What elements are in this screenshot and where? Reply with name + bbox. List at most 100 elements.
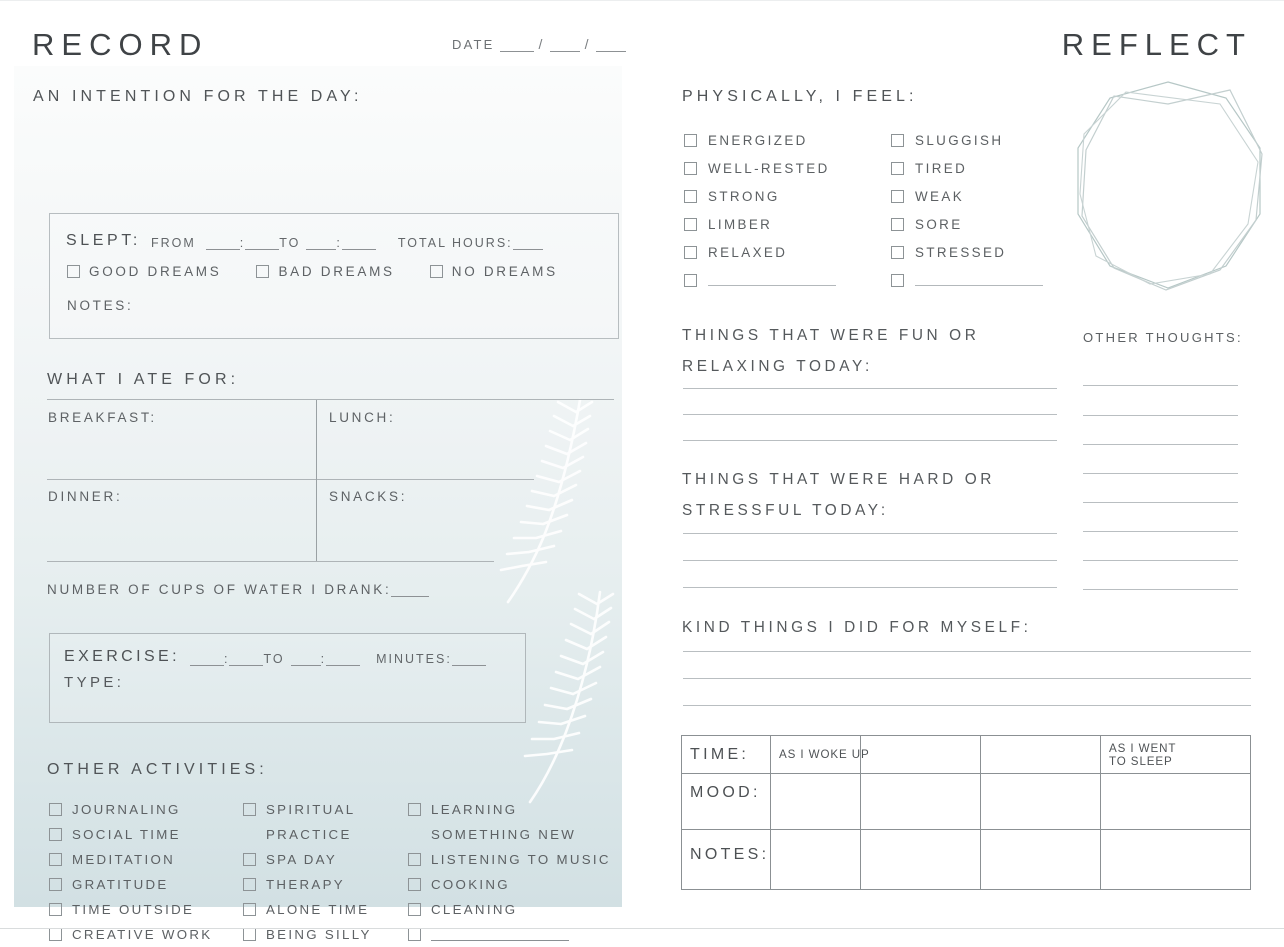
- activities-column-3: LEARNING SOMETHING NEW LISTENING TO MUSI…: [408, 797, 624, 947]
- checkbox-icon: [49, 803, 62, 816]
- activity-label: SOCIAL TIME: [72, 827, 181, 842]
- thoughts-write-line-6[interactable]: [1083, 531, 1238, 532]
- sleep-time-row: SLEPT: FROM : TO : TOTAL HOURS:: [66, 232, 543, 250]
- checkbox-cooking[interactable]: COOKING: [408, 872, 624, 897]
- checkbox-therapy[interactable]: THERAPY: [243, 872, 408, 897]
- checkbox-custom-feeling-right[interactable]: [891, 266, 1101, 294]
- checkbox-spiritual-practice[interactable]: SPIRITUAL: [243, 797, 408, 822]
- checkbox-journaling[interactable]: JOURNALING: [49, 797, 243, 822]
- checkbox-learning-something-new[interactable]: LEARNING: [408, 797, 624, 822]
- water-cups-field[interactable]: [391, 584, 430, 597]
- checkbox-gratitude[interactable]: GRATITUDE: [49, 872, 243, 897]
- checkbox-creative-work[interactable]: CREATIVE WORK: [49, 922, 243, 947]
- checkbox-alone-time[interactable]: ALONE TIME: [243, 897, 408, 922]
- checkbox-weak[interactable]: WEAK: [891, 182, 1101, 210]
- date-row: DATE / /: [452, 36, 626, 52]
- table-row-label-time: TIME:: [690, 746, 750, 763]
- feeling-label: WELL-RESTED: [708, 160, 830, 176]
- hard-write-line-2[interactable]: [683, 560, 1057, 561]
- checkbox-strong[interactable]: STRONG: [684, 182, 891, 210]
- checkbox-icon: [408, 803, 421, 816]
- date-label: DATE: [452, 37, 495, 52]
- sleep-to-min-field[interactable]: [341, 237, 376, 250]
- checkbox-sore[interactable]: SORE: [891, 210, 1101, 238]
- journal-page: AN INTENTION FOR THE DAY: SLEPT: FROM : …: [0, 0, 1284, 942]
- total-hours-label: TOTAL HOURS:: [397, 236, 513, 250]
- checkbox-limber[interactable]: LIMBER: [684, 210, 891, 238]
- table-row-label-notes: NOTES:: [690, 846, 770, 863]
- checkbox-tired[interactable]: TIRED: [891, 154, 1101, 182]
- activity-label: MEDITATION: [72, 852, 176, 867]
- fun-write-line-2[interactable]: [683, 414, 1057, 415]
- physical-column-negative: SLUGGISH TIRED WEAK SORE STRESSED: [891, 126, 1101, 294]
- date-year-field[interactable]: [595, 39, 626, 52]
- kind-write-line-1[interactable]: [683, 651, 1251, 652]
- checkbox-icon: [684, 189, 697, 203]
- fun-write-line-3[interactable]: [683, 440, 1057, 441]
- feeling-label: SLUGGISH: [915, 132, 1004, 148]
- thoughts-write-line-3[interactable]: [1083, 444, 1238, 445]
- checkbox-stressed[interactable]: STRESSED: [891, 238, 1101, 266]
- table-col-line-1: [770, 736, 771, 889]
- exercise-from-hour-field[interactable]: [189, 653, 224, 666]
- feeling-label: ENERGIZED: [708, 132, 808, 148]
- grid-line-top: [47, 399, 614, 400]
- checkbox-custom-feeling-left[interactable]: [684, 266, 891, 294]
- thoughts-write-line-4[interactable]: [1083, 473, 1238, 474]
- exercise-to-hour-field[interactable]: [290, 653, 321, 666]
- checkbox-meditation[interactable]: MEDITATION: [49, 847, 243, 872]
- thoughts-write-line-8[interactable]: [1083, 589, 1238, 590]
- checkbox-cleaning[interactable]: CLEANING: [408, 897, 624, 922]
- hard-write-line-1[interactable]: [683, 533, 1057, 534]
- exercise-from-min-field[interactable]: [229, 653, 264, 666]
- minutes-field[interactable]: [451, 653, 486, 666]
- checkbox-sluggish[interactable]: SLUGGISH: [891, 126, 1101, 154]
- custom-feeling-field-right[interactable]: [915, 274, 1043, 286]
- thoughts-write-line-2[interactable]: [1083, 415, 1238, 416]
- checkbox-listening-to-music[interactable]: LISTENING TO MUSIC: [408, 847, 624, 872]
- sleep-to-label: TO: [279, 236, 301, 250]
- checkbox-icon: [684, 133, 697, 147]
- checkbox-icon: [49, 878, 62, 891]
- sleep-to-hour-field[interactable]: [306, 237, 337, 250]
- checkbox-social-time[interactable]: SOCIAL TIME: [49, 822, 243, 847]
- hard-write-line-3[interactable]: [683, 587, 1057, 588]
- sleep-notes-label: NOTES:: [67, 298, 134, 313]
- hard-heading-line-2: STRESSFUL TODAY:: [682, 502, 889, 519]
- sleep-from-hour-field[interactable]: [205, 237, 240, 250]
- checkbox-energized[interactable]: ENERGIZED: [684, 126, 891, 154]
- total-hours-field[interactable]: [512, 237, 543, 250]
- checkbox-icon: [408, 853, 421, 866]
- exercise-to-label: TO: [263, 652, 285, 666]
- date-month-field[interactable]: [499, 39, 534, 52]
- checkbox-relaxed[interactable]: RELAXED: [684, 238, 891, 266]
- checkbox-custom-activity[interactable]: [408, 922, 624, 947]
- thoughts-write-line-1[interactable]: [1083, 385, 1238, 386]
- checkbox-spa-day[interactable]: SPA DAY: [243, 847, 408, 872]
- checkbox-being-silly[interactable]: BEING SILLY: [243, 922, 408, 947]
- thoughts-write-line-7[interactable]: [1083, 560, 1238, 561]
- activities-column-1: JOURNALING SOCIAL TIME MEDITATION GRATIT…: [49, 797, 243, 947]
- date-day-field[interactable]: [549, 39, 580, 52]
- checkbox-good-dreams[interactable]: GOOD DREAMS: [67, 264, 221, 279]
- table-row-line-2: [682, 829, 1250, 830]
- fun-write-line-1[interactable]: [683, 388, 1057, 389]
- sleep-from-min-field[interactable]: [245, 237, 280, 250]
- activity-label-continuation: SOMETHING NEW: [431, 827, 577, 842]
- kind-write-line-3[interactable]: [683, 705, 1251, 706]
- checkbox-well-rested[interactable]: WELL-RESTED: [684, 154, 891, 182]
- mood-tracking-table: TIME: MOOD: NOTES: AS I WOKE UP AS I WEN…: [681, 735, 1251, 890]
- kind-write-line-2[interactable]: [683, 678, 1251, 679]
- checkbox-no-dreams[interactable]: NO DREAMS: [429, 264, 558, 279]
- checkbox-time-outside[interactable]: TIME OUTSIDE: [49, 897, 243, 922]
- exercise-to-min-field[interactable]: [326, 653, 361, 666]
- feeling-label: SORE: [915, 216, 963, 232]
- activity-label: LISTENING TO MUSIC: [431, 852, 611, 867]
- checkbox-icon: [891, 273, 904, 287]
- thoughts-write-line-5[interactable]: [1083, 502, 1238, 503]
- checkbox-bad-dreams[interactable]: BAD DREAMS: [256, 264, 394, 279]
- sleep-from-label: FROM: [150, 236, 196, 250]
- date-slash-2: /: [584, 36, 591, 52]
- checkbox-icon: [408, 903, 421, 916]
- custom-feeling-field-left[interactable]: [708, 274, 836, 286]
